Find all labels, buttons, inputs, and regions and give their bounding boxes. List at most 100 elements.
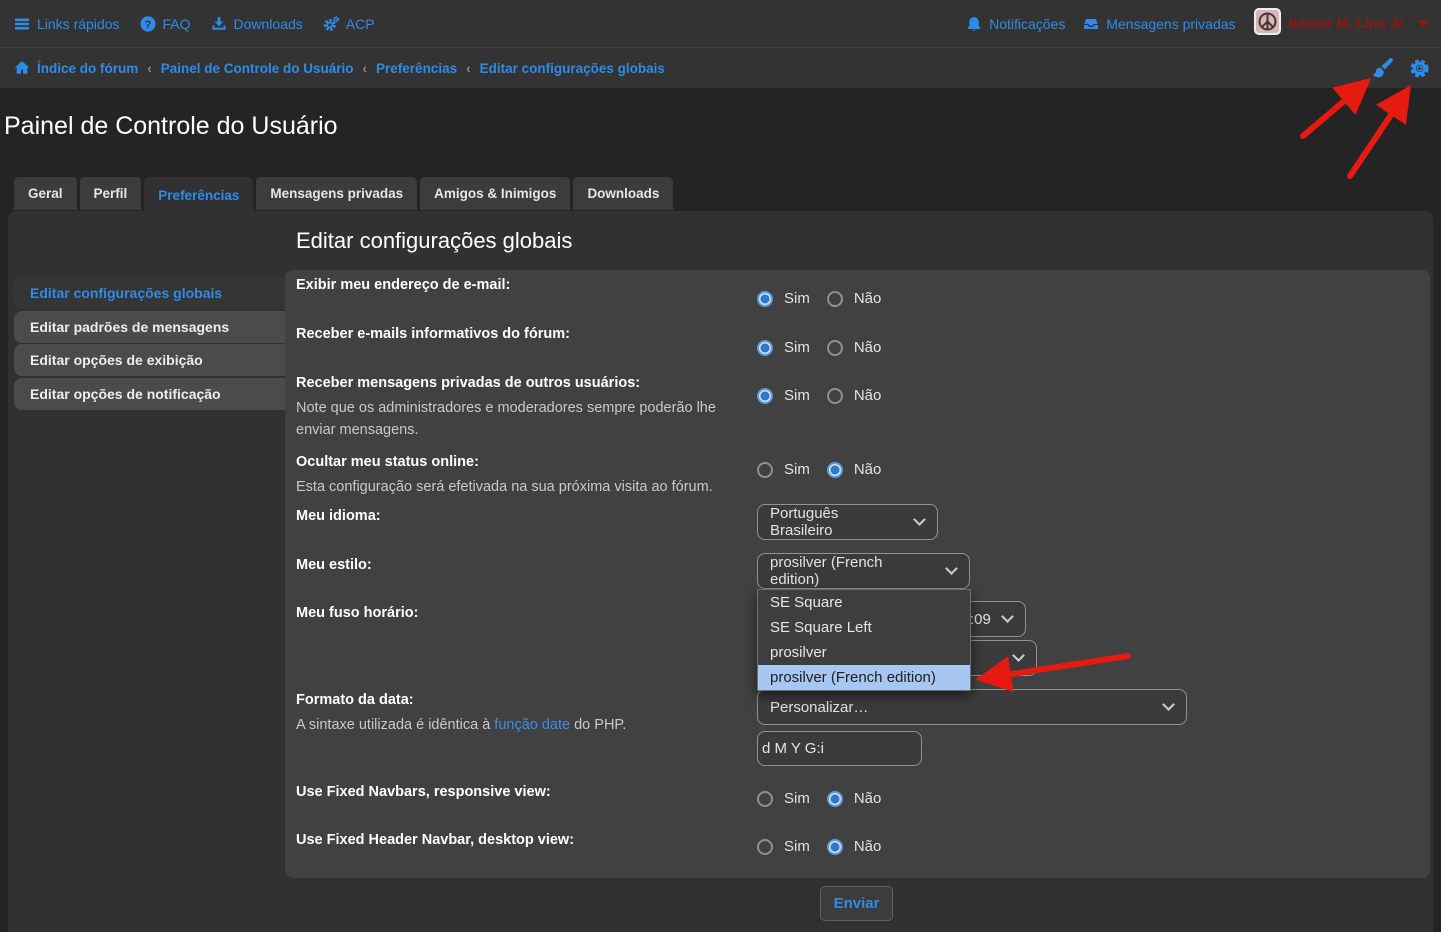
radio-hide_online-não[interactable] bbox=[827, 462, 843, 478]
radio-fixed_header-não[interactable] bbox=[827, 839, 843, 855]
radio-allow_pm-sim[interactable] bbox=[757, 388, 773, 404]
private-messages-link[interactable]: Mensagens privadas bbox=[1083, 16, 1235, 32]
breadcrumb-label: Painel de Controle do Usuário bbox=[161, 61, 354, 76]
annotation-arrow bbox=[1350, 94, 1405, 176]
tab-mensagens-privadas[interactable]: Mensagens privadas bbox=[256, 177, 417, 210]
downloads-link[interactable]: Downloads bbox=[211, 16, 303, 32]
menu-icon bbox=[14, 16, 30, 32]
field-note-date_format: A sintaxe utilizada é idêntica à função … bbox=[296, 714, 748, 736]
chevron-down-icon bbox=[913, 513, 926, 526]
field-label-allow_pm: Receber mensagens privadas de outros usu… bbox=[296, 375, 751, 391]
field-label-date_format: Formato da data: bbox=[296, 692, 751, 708]
radio-show_email-sim[interactable] bbox=[757, 291, 773, 307]
faq-label: FAQ bbox=[163, 16, 191, 32]
top-navbar: Links rápidos ?FAQ Downloads ACP Notificaçõ… bbox=[0, 0, 1441, 47]
panel-heading: Editar configurações globais bbox=[296, 228, 572, 254]
breadcrumb-link[interactable]: Editar configurações globais bbox=[480, 61, 665, 76]
breadcrumb-label: Editar configurações globais bbox=[480, 61, 665, 76]
radio-group-mass_email: Sim Não bbox=[757, 339, 887, 356]
radio-allow_pm-não[interactable] bbox=[827, 388, 843, 404]
header-tools bbox=[1370, 56, 1431, 80]
select-date-format[interactable]: Personalizar… bbox=[757, 689, 1187, 725]
date-format-input[interactable]: d M Y G:i bbox=[757, 731, 922, 766]
user-menu[interactable]: Itamar M. Lins Jr. bbox=[1254, 8, 1429, 40]
radio-group-fixed_header: Sim Não bbox=[757, 838, 887, 855]
annotation-arrow bbox=[1303, 85, 1363, 136]
breadcrumb-bar: Índice do fórum ‹ Painel de Controle do Us… bbox=[0, 47, 1441, 88]
select-style[interactable]: prosilver (French edition) bbox=[757, 553, 970, 589]
radio-label: Sim bbox=[784, 790, 810, 807]
field-label-mass_email: Receber e-mails informativos do fórum: bbox=[296, 326, 751, 342]
radio-hide_online-sim[interactable] bbox=[757, 462, 773, 478]
style-option-se-square[interactable]: SE Square bbox=[758, 590, 970, 615]
notifications-link[interactable]: Notificações bbox=[966, 16, 1065, 32]
radio-mass_email-não[interactable] bbox=[827, 340, 843, 356]
radio-show_email-não[interactable] bbox=[827, 291, 843, 307]
radio-fixed_navbars-sim[interactable] bbox=[757, 791, 773, 807]
quick-links-label: Links rápidos bbox=[37, 16, 120, 32]
quick-links-group: Links rápidos ?FAQ Downloads ACP bbox=[14, 16, 375, 32]
php-date-function-link[interactable]: função date bbox=[494, 717, 570, 733]
radio-label: Sim bbox=[784, 339, 810, 356]
tab-amigos-inimigos[interactable]: Amigos & Inimigos bbox=[420, 177, 570, 210]
breadcrumb: Índice do fórum ‹ Painel de Controle do Us… bbox=[14, 60, 665, 76]
field-label-language: Meu idioma: bbox=[296, 508, 751, 524]
page-title: Painel de Controle do Usuário bbox=[4, 112, 338, 141]
tab-prefer-ncias[interactable]: Preferências bbox=[144, 177, 253, 214]
caret-down-icon bbox=[1417, 20, 1429, 27]
submit-button[interactable]: Enviar bbox=[820, 886, 893, 921]
style-option-prosilver-french-edition-[interactable]: prosilver (French edition) bbox=[758, 665, 970, 690]
style-dropdown-list: SE SquareSE Square Leftprosilverprosilve… bbox=[757, 589, 971, 691]
breadcrumb-link[interactable]: Índice do fórum bbox=[14, 60, 138, 76]
tab-geral[interactable]: Geral bbox=[14, 177, 77, 210]
acp-link[interactable]: ACP bbox=[323, 16, 375, 32]
sidebar-item[interactable]: Editar padrões de mensagens bbox=[14, 311, 285, 343]
gears-icon bbox=[323, 16, 339, 32]
sidebar-item[interactable]: Editar configurações globais bbox=[14, 277, 285, 309]
breadcrumb-separator: ‹ bbox=[147, 61, 152, 76]
field-label-fixed_navbars: Use Fixed Navbars, responsive view: bbox=[296, 784, 751, 800]
chevron-down-icon bbox=[1001, 610, 1014, 623]
tab-downloads[interactable]: Downloads bbox=[573, 177, 673, 210]
radio-mass_email-sim[interactable] bbox=[757, 340, 773, 356]
tab-perfil[interactable]: Perfil bbox=[80, 177, 142, 210]
style-switcher-icon[interactable] bbox=[1370, 56, 1394, 80]
downloads-label: Downloads bbox=[234, 16, 303, 32]
breadcrumb-link[interactable]: Preferências bbox=[376, 61, 457, 76]
radio-label: Não bbox=[854, 838, 882, 855]
sidebar-item[interactable]: Editar opções de exibição bbox=[14, 344, 285, 376]
select-language-value: Português Brasileiro bbox=[770, 505, 903, 539]
inbox-icon bbox=[1083, 16, 1099, 32]
breadcrumb-label: Preferências bbox=[376, 61, 457, 76]
field-label-timezone: Meu fuso horário: bbox=[296, 605, 751, 621]
ucp-tabs: GeralPerfilPreferênciasMensagens privada… bbox=[14, 177, 673, 214]
radio-label: Não bbox=[854, 339, 882, 356]
radio-fixed_navbars-não[interactable] bbox=[827, 791, 843, 807]
radio-label: Sim bbox=[784, 387, 810, 404]
home-icon bbox=[14, 60, 30, 76]
breadcrumb-label: Índice do fórum bbox=[37, 61, 138, 76]
sidebar-item[interactable]: Editar opções de notificação bbox=[14, 378, 285, 410]
radio-fixed_header-sim[interactable] bbox=[757, 839, 773, 855]
select-language[interactable]: Português Brasileiro bbox=[757, 504, 938, 540]
settings-icon[interactable] bbox=[1407, 56, 1431, 80]
field-label-show_email: Exibir meu endereço de e-mail: bbox=[296, 277, 751, 293]
style-option-prosilver[interactable]: prosilver bbox=[758, 640, 970, 665]
faq-link[interactable]: ?FAQ bbox=[140, 16, 191, 32]
acp-label: ACP bbox=[346, 16, 375, 32]
download-icon bbox=[211, 16, 227, 32]
quick-links-link[interactable]: Links rápidos bbox=[14, 16, 120, 32]
select-timezone-current-time-value: :09 bbox=[970, 611, 991, 628]
select-style-value: prosilver (French edition) bbox=[770, 554, 935, 588]
radio-label: Sim bbox=[784, 838, 810, 855]
avatar bbox=[1254, 8, 1281, 40]
chevron-down-icon bbox=[1012, 649, 1025, 662]
private-messages-label: Mensagens privadas bbox=[1106, 16, 1235, 32]
breadcrumb-link[interactable]: Painel de Controle do Usuário bbox=[161, 61, 354, 76]
radio-label: Não bbox=[854, 461, 882, 478]
radio-label: Sim bbox=[784, 461, 810, 478]
field-label-hide_online: Ocultar meu status online: bbox=[296, 454, 751, 470]
style-option-se-square-left[interactable]: SE Square Left bbox=[758, 615, 970, 640]
radio-label: Não bbox=[854, 290, 882, 307]
breadcrumb-separator: ‹ bbox=[363, 61, 368, 76]
